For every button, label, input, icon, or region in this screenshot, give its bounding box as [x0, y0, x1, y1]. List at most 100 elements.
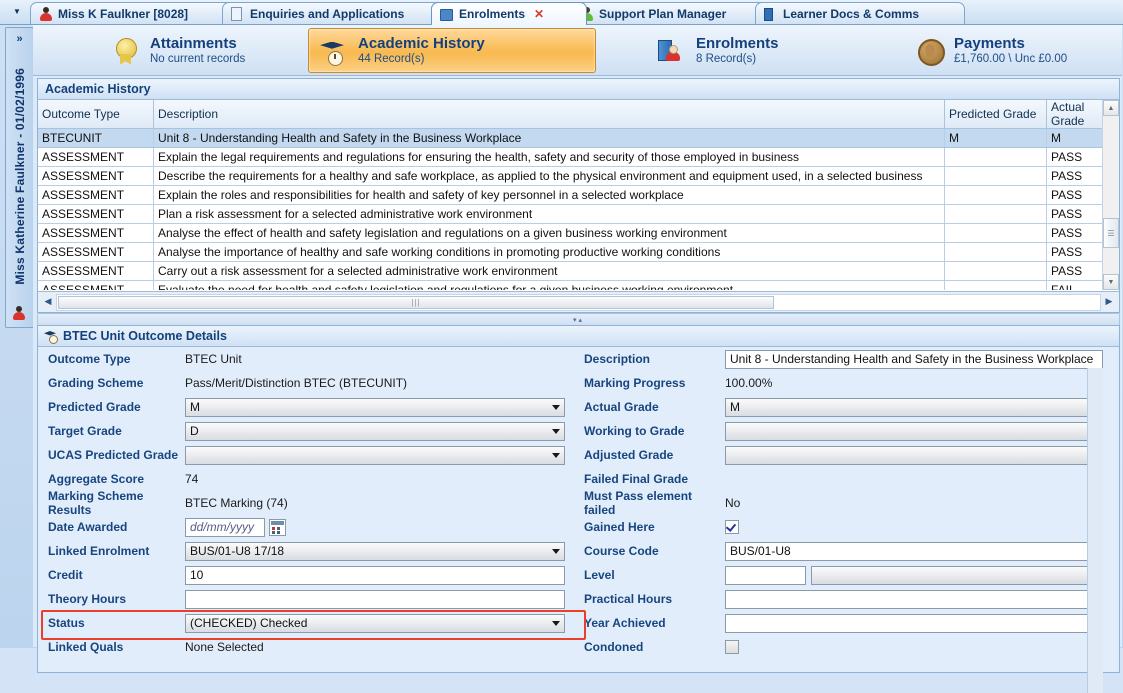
table-row[interactable]: ASSESSMENT Carry out a risk assessment f…	[38, 261, 1119, 281]
cell-outcome-type: ASSESSMENT	[38, 185, 154, 205]
course-code-value: BUS/01-U8	[730, 544, 791, 558]
chevron-down-icon[interactable]	[552, 404, 560, 410]
table-row[interactable]: ASSESSMENT Plan a risk assessment for a …	[38, 204, 1119, 224]
scroll-down-icon[interactable]: ▼	[1103, 274, 1119, 290]
grid-horizontal-scrollbar[interactable]: ◀ ||| ▶	[38, 291, 1119, 312]
table-row[interactable]: ASSESSMENT Explain the legal requirement…	[38, 147, 1119, 167]
condoned-checkbox[interactable]	[725, 640, 739, 654]
cell-predicted-grade	[944, 223, 1047, 243]
tab-learner-docs-and-comms[interactable]: Learner Docs & Comms	[755, 2, 965, 24]
table-row[interactable]: BTECUNIT Unit 8 - Understanding Health a…	[38, 128, 1119, 148]
level-select[interactable]	[810, 565, 1103, 585]
table-row[interactable]: ASSESSMENT Analyse the effect of health …	[38, 223, 1119, 243]
credit-value: 10	[190, 568, 204, 582]
table-row[interactable]: ASSESSMENT Evaluate the need for health …	[38, 280, 1119, 290]
scroll-up-icon[interactable]: ▲	[1103, 100, 1119, 116]
btec-unit-outcome-details-panel: BTEC Unit Outcome Details Outcome Type B…	[37, 325, 1120, 693]
nav-academic-history[interactable]: Academic History 44 Record(s)	[308, 28, 596, 73]
field-must-pass-element-failed: Must Pass element failed No	[578, 489, 1103, 517]
adjusted-grade-select[interactable]	[725, 445, 1103, 465]
date-awarded-input[interactable]: dd/mm/yyyy	[185, 517, 265, 537]
label-actual-grade: Actual Grade	[584, 400, 659, 414]
academic-history-grid[interactable]: Outcome Type Description Predicted Grade…	[38, 100, 1119, 290]
grid-panel-title: Academic History	[38, 79, 1119, 100]
table-row[interactable]: ASSESSMENT Analyse the importance of hea…	[38, 242, 1119, 262]
chevron-down-icon[interactable]	[552, 452, 560, 458]
graduation-cap-clock-icon	[44, 329, 58, 344]
book-icon	[764, 7, 778, 21]
vertical-scroll-thumb[interactable]: ☰	[1103, 218, 1119, 248]
cell-outcome-type: ASSESSMENT	[38, 166, 154, 186]
label-credit: Credit	[48, 568, 83, 582]
actual-grade-select[interactable]: M	[725, 397, 1103, 417]
nav-attainments[interactable]: Attainments No current records	[100, 28, 256, 73]
grid-vertical-scrollbar[interactable]: ▲ ☰ ▼	[1102, 100, 1119, 290]
level-input[interactable]	[725, 565, 806, 585]
field-course-code: Course Code BUS/01-U8	[578, 539, 1103, 563]
label-failed-final-grade: Failed Final Grade	[584, 472, 689, 486]
column-header-outcome-type[interactable]: Outcome Type	[38, 100, 154, 129]
scroll-left-icon[interactable]: ◀	[41, 294, 55, 309]
scroll-right-icon[interactable]: ▶	[1102, 294, 1116, 309]
table-row[interactable]: ASSESSMENT Describe the requirements for…	[38, 166, 1119, 186]
nav-title: Academic History	[358, 35, 485, 53]
linked-enrolment-select[interactable]: BUS/01-U8 17/18	[185, 541, 565, 561]
cell-outcome-type: ASSESSMENT	[38, 242, 154, 262]
chevron-down-icon[interactable]	[552, 620, 560, 626]
gained-here-checkbox[interactable]	[725, 520, 739, 534]
tab-enquiries-and-applications[interactable]: Enquiries and Applications	[222, 2, 447, 24]
label-status: Status	[48, 616, 85, 630]
details-vertical-scrollbar[interactable]	[1087, 368, 1103, 693]
target-grade-select[interactable]: D	[185, 421, 565, 441]
sidebar-expand-icon[interactable]: »	[6, 33, 33, 45]
chevron-down-icon[interactable]	[552, 548, 560, 554]
nav-payments[interactable]: Payments £1,760.00 \ Unc £0.00	[904, 28, 1078, 73]
column-header-predicted-grade[interactable]: Predicted Grade	[944, 100, 1047, 129]
tab-miss-k-faulkner[interactable]: Miss K Faulkner [8028]	[30, 2, 238, 24]
nav-enrolments[interactable]: Enrolments 8 Record(s)	[646, 28, 790, 73]
cell-outcome-type: ASSESSMENT	[38, 147, 154, 167]
credit-input[interactable]: 10	[185, 565, 565, 585]
nav-subtitle: £1,760.00 \ Unc £0.00	[954, 52, 1068, 65]
practical-hours-input[interactable]	[725, 589, 1103, 609]
value-linked-quals: None Selected	[185, 640, 264, 654]
tab-support-plan-manager[interactable]: Support Plan Manager	[571, 2, 771, 24]
horizontal-scroll-thumb[interactable]: |||	[58, 296, 774, 309]
description-input[interactable]: Unit 8 - Understanding Health and Safety…	[725, 349, 1103, 369]
horizontal-scroll-track[interactable]: |||	[56, 294, 1101, 311]
learner-sidebar[interactable]: » Miss Katherine Faulkner - 01/02/1996	[5, 27, 34, 328]
tab-list-dropdown-icon[interactable]: ▼	[10, 4, 24, 19]
value-grading-scheme: Pass/Merit/Distinction BTEC (BTECUNIT)	[185, 376, 408, 390]
label-condoned: Condoned	[584, 640, 644, 654]
field-level: Level	[578, 563, 1103, 587]
nav-subtitle: No current records	[150, 52, 246, 65]
table-row[interactable]: ASSESSMENT Explain the roles and respons…	[38, 185, 1119, 205]
description-value: Unit 8 - Understanding Health and Safety…	[730, 352, 1094, 366]
details-body: Outcome Type BTEC Unit Grading Scheme Pa…	[38, 347, 1103, 693]
label-marking-progress: Marking Progress	[584, 376, 686, 390]
course-code-input[interactable]: BUS/01-U8	[725, 541, 1103, 561]
year-achieved-input[interactable]	[725, 613, 1103, 633]
close-icon[interactable]: ✕	[534, 7, 544, 21]
chevron-down-icon[interactable]	[552, 428, 560, 434]
label-linked-quals: Linked Quals	[48, 640, 124, 654]
label-working-to-grade: Working to Grade	[584, 424, 685, 438]
label-linked-enrolment: Linked Enrolment	[48, 544, 150, 558]
tab-enrolments[interactable]: Enrolments ✕	[431, 2, 587, 25]
tab-label: Miss K Faulkner [8028]	[58, 6, 189, 21]
status-select[interactable]: (CHECKED) Checked	[185, 613, 565, 633]
label-year-achieved: Year Achieved	[584, 616, 666, 630]
field-target-grade: Target Grade D	[38, 419, 578, 443]
ucas-predicted-grade-select[interactable]	[185, 445, 565, 465]
working-to-grade-select[interactable]	[725, 421, 1103, 441]
column-header-description[interactable]: Description	[153, 100, 945, 129]
field-condoned: Condoned	[578, 635, 1103, 659]
label-practical-hours: Practical Hours	[584, 592, 673, 606]
calendar-icon[interactable]	[269, 518, 286, 536]
tab-label: Enquiries and Applications	[250, 6, 405, 21]
label-adjusted-grade: Adjusted Grade	[584, 448, 674, 462]
theory-hours-input[interactable]	[185, 589, 565, 609]
predicted-grade-select[interactable]: M	[185, 397, 565, 417]
label-date-awarded: Date Awarded	[48, 520, 128, 534]
field-adjusted-grade: Adjusted Grade	[578, 443, 1103, 467]
